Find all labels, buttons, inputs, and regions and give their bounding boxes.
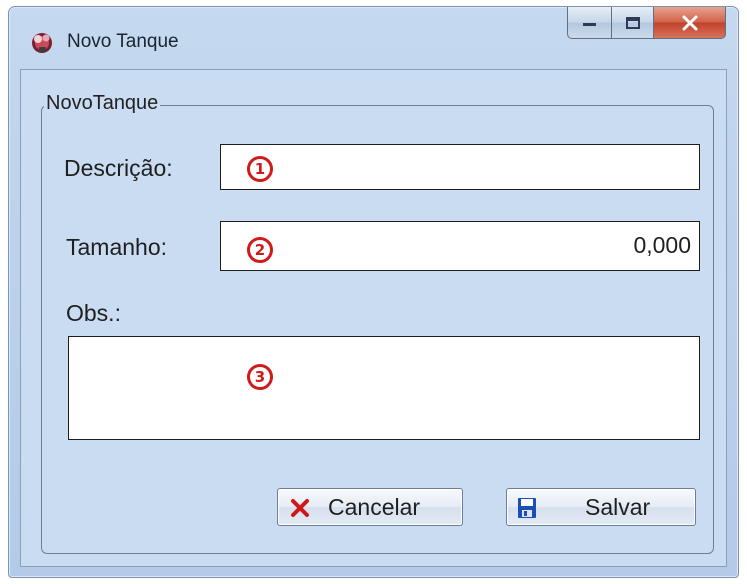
cancel-button-label: Cancelar (328, 494, 421, 520)
maximize-icon (625, 16, 640, 29)
obs-textarea[interactable] (68, 336, 700, 440)
floppy-disk-icon (518, 498, 536, 518)
title-bar[interactable]: Novo Tanque (9, 7, 738, 67)
minimize-button[interactable] (567, 7, 612, 39)
groupbox-legend: NovoTanque (44, 92, 161, 115)
marker-1: 1 (247, 156, 273, 182)
marker-3: 3 (247, 364, 273, 390)
save-button-label: Salvar (585, 494, 651, 520)
tamanho-input[interactable]: 0,000 (220, 221, 700, 271)
descricao-input[interactable] (220, 144, 700, 190)
descricao-label: Descrição: (64, 155, 173, 181)
app-tank-icon (32, 33, 52, 53)
tamanho-value: 0,000 (633, 232, 691, 258)
maximize-button[interactable] (612, 7, 654, 39)
close-button[interactable] (654, 7, 726, 39)
marker-2: 2 (247, 237, 273, 263)
dialog-client-area: NovoTanque Descrição: 1 Tamanho: 0,000 2… (20, 69, 727, 567)
obs-label: Obs.: (66, 300, 121, 326)
caption-buttons (567, 7, 726, 41)
save-button[interactable]: Salvar (506, 488, 696, 526)
cancel-button[interactable]: Cancelar (277, 488, 463, 526)
red-x-icon (291, 499, 309, 517)
dialog-window: Novo Tanque NovoTanque Descrição: 1 Tama… (8, 6, 739, 578)
window-title: Novo Tanque (67, 31, 179, 52)
close-icon (682, 15, 697, 30)
minimize-icon (582, 22, 596, 26)
tamanho-label: Tamanho: (66, 234, 168, 260)
